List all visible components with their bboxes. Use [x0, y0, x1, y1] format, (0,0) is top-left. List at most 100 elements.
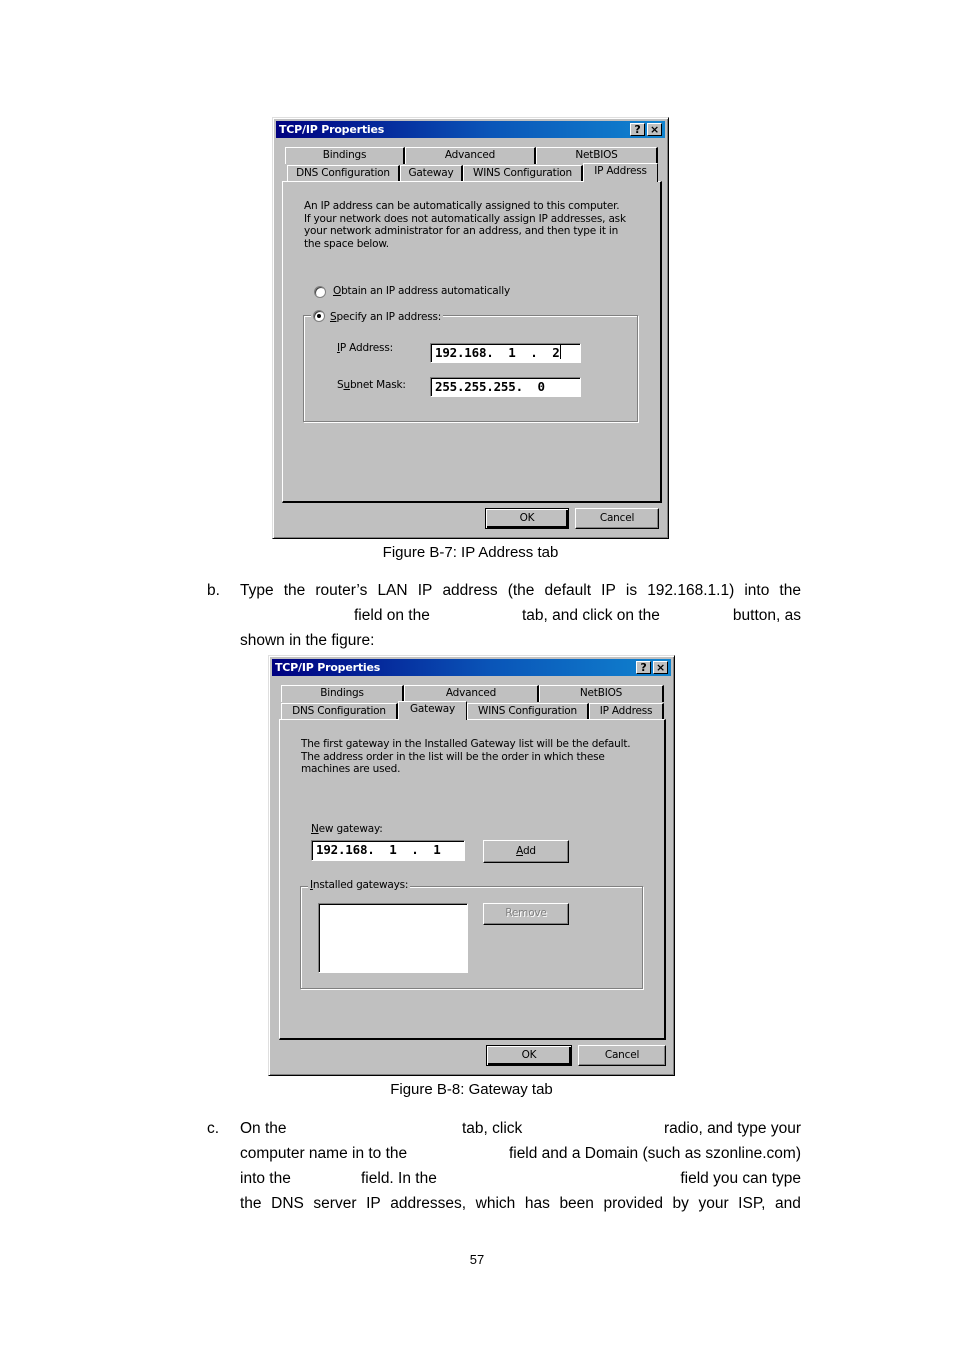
tab-bindings[interactable]: Bindings — [281, 685, 404, 702]
title-bar: TCP/IP Properties ? × — [276, 121, 665, 138]
figure-caption: Figure B-8: Gateway tab — [390, 1081, 553, 1098]
button-label: dd — [522, 845, 536, 857]
tab-ip-address[interactable]: IP Address — [583, 163, 658, 182]
ip-address-input[interactable]: 192.168. 1 . 2 — [430, 343, 581, 363]
installed-gateways-legend: Installed gateways: — [308, 879, 411, 891]
tab-label: WINS Configuration — [478, 705, 577, 717]
cancel-button[interactable]: Cancel — [578, 1045, 666, 1066]
word: server — [313, 1195, 357, 1212]
tab-advanced[interactable]: Advanced — [405, 147, 536, 164]
list-marker: c. — [207, 1120, 220, 1137]
obtain-ip-label[interactable]: Obtain an IP address automatically — [333, 285, 510, 297]
button-label: OK — [519, 512, 535, 524]
description-line: An IP address can be automatically assig… — [304, 200, 620, 212]
accelerator: R — [505, 907, 512, 919]
description-line: If your network does not automatically a… — [304, 212, 626, 225]
description-line: The first gateway in the Installed Gatew… — [301, 738, 631, 750]
word: router’s — [315, 582, 368, 599]
word: 192.168.1.1) — [647, 582, 735, 599]
tab-dns-configuration[interactable]: DNS Configuration — [287, 165, 400, 182]
tab-gateway[interactable]: Gateway — [398, 701, 467, 720]
word: which — [475, 1195, 516, 1212]
specify-ip-groupbox — [303, 315, 638, 422]
tab-label: NetBIOS — [575, 149, 618, 161]
step-c-paragraph: c. On the tab, click radio, and type you… — [207, 1116, 807, 1216]
word: IP — [366, 1195, 381, 1212]
subnet-mask-input[interactable]: 255.255.255. 0 — [430, 377, 581, 397]
word: (the — [507, 582, 535, 599]
word: has — [524, 1195, 550, 1212]
text-fragment: tab, click — [462, 1120, 523, 1137]
label-text: bnet Mask: — [349, 379, 406, 391]
subnet-mask-value: 255.255.255. 0 — [435, 379, 545, 394]
word: IP — [417, 582, 433, 599]
ok-button[interactable]: OK — [486, 1045, 572, 1066]
close-button[interactable]: × — [647, 123, 662, 136]
specify-ip-radio[interactable] — [313, 310, 325, 322]
word: LAN — [377, 582, 408, 599]
close-button[interactable]: × — [653, 661, 668, 674]
new-gateway-value: 192.168. 1 . 1 — [316, 842, 441, 857]
specify-ip-label[interactable]: Specify an IP address: — [330, 311, 441, 323]
button-label: Cancel — [604, 1049, 640, 1061]
tab-label: Bindings — [322, 149, 367, 161]
tab-label: Gateway — [408, 167, 454, 179]
help-icon: ? — [634, 123, 641, 136]
add-button[interactable]: Add — [483, 840, 569, 863]
button-label: emove — [511, 907, 547, 919]
tab-dns-configuration[interactable]: DNS Configuration — [281, 703, 398, 720]
help-icon: ? — [640, 661, 647, 674]
text-caret — [559, 345, 561, 359]
obtain-ip-radio[interactable] — [314, 286, 326, 298]
description-line: the space below. — [304, 238, 389, 251]
text-line: Type the router’s LAN IP address (the de… — [240, 578, 801, 603]
cancel-button[interactable]: Cancel — [575, 508, 659, 529]
word: into — [744, 582, 770, 599]
title-bar: TCP/IP Properties ? × — [272, 659, 671, 676]
tab-label: NetBIOS — [579, 687, 623, 699]
tab-netbios[interactable]: NetBIOS — [539, 685, 664, 702]
tab-label: Bindings — [320, 687, 364, 699]
word: and — [775, 1195, 801, 1212]
subnet-mask-label: Subnet Mask: — [337, 379, 406, 391]
accelerator: O — [333, 285, 342, 297]
ip-address-label: IP Address: — [337, 342, 393, 354]
button-label: OK — [521, 1049, 537, 1061]
tab-label: DNS Configuration — [292, 705, 386, 717]
tab-ip-address[interactable]: IP Address — [589, 703, 664, 720]
text-fragment: into the — [240, 1170, 291, 1187]
tab-netbios[interactable]: NetBIOS — [536, 147, 658, 164]
ok-button[interactable]: OK — [485, 508, 569, 529]
text-line: shown in the figure: — [240, 628, 801, 653]
tab-wins-configuration[interactable]: WINS Configuration — [463, 165, 583, 182]
description-line: The address order in the list will be th… — [301, 750, 605, 763]
tab-label: Gateway — [410, 703, 455, 715]
help-button[interactable]: ? — [630, 123, 645, 136]
new-gateway-input[interactable]: 192.168. 1 . 1 — [311, 840, 465, 861]
tab-label: Advanced — [445, 687, 497, 699]
accelerator: N — [311, 823, 319, 835]
word: the — [779, 582, 801, 599]
word: provided — [603, 1195, 663, 1212]
description-text: An IP address can be automatically assig… — [304, 200, 626, 251]
tab-label: IP Address — [594, 165, 647, 177]
label-text: P Address: — [339, 342, 393, 354]
word: Type — [240, 582, 274, 599]
label-text: ew gateway: — [318, 823, 383, 835]
text-fragment: field. In the — [361, 1170, 437, 1187]
installed-gateways-list[interactable] — [318, 903, 468, 973]
word: address — [442, 582, 498, 599]
text-line: the DNS server IP addresses, which has b… — [240, 1191, 801, 1216]
text-fragment: On the — [240, 1120, 287, 1137]
text-fragment: computer name in to the — [240, 1145, 408, 1162]
tab-wins-configuration[interactable]: WINS Configuration — [467, 703, 589, 720]
tab-gateway[interactable]: Gateway — [400, 165, 463, 182]
tab-advanced[interactable]: Advanced — [404, 685, 539, 702]
help-button[interactable]: ? — [636, 661, 651, 674]
new-gateway-label: New gateway: — [311, 823, 383, 835]
remove-button[interactable]: Remove — [483, 903, 569, 925]
tab-bindings[interactable]: Bindings — [285, 147, 405, 164]
tcpip-properties-dialog-gateway: TCP/IP Properties ? × Bindings Advanced … — [268, 655, 675, 1076]
tab-panel: The first gateway in the Installed Gatew… — [279, 719, 666, 1040]
text-fragment: button, as — [732, 607, 801, 624]
